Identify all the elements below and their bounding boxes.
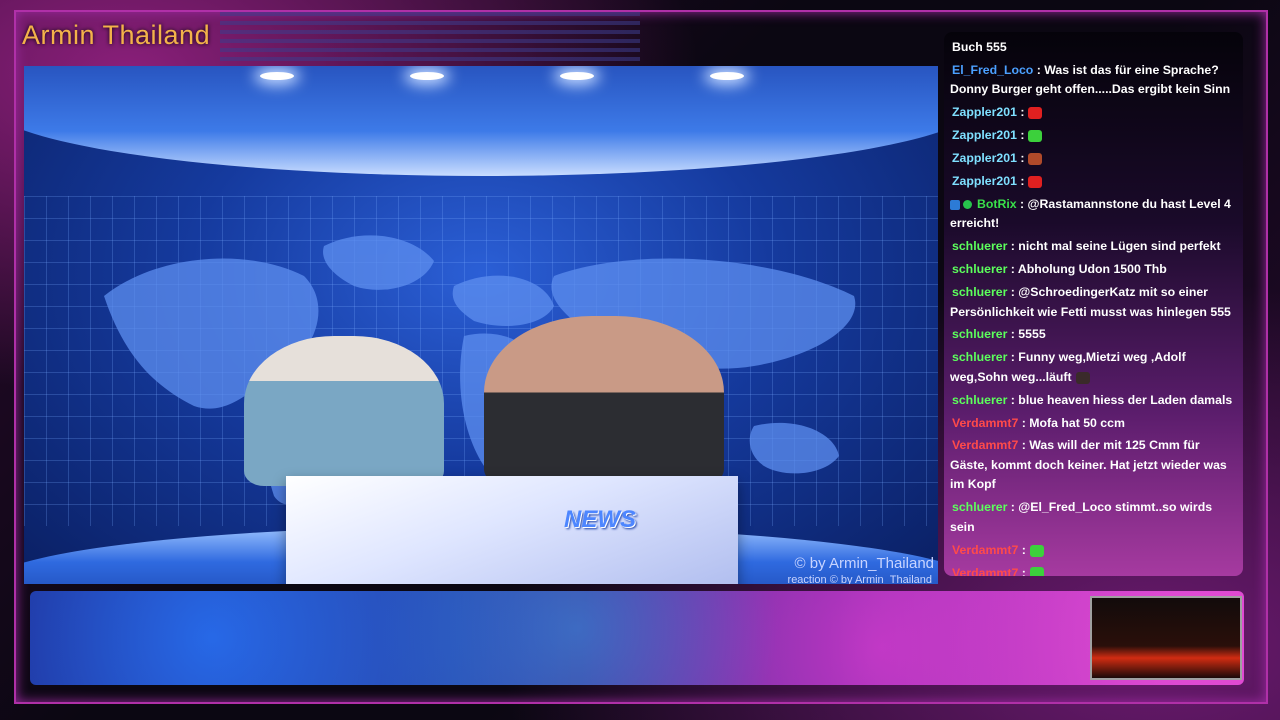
- chat-username[interactable]: Verdammt7: [952, 566, 1018, 576]
- chat-text: :: [1016, 105, 1025, 120]
- chat-message: Verdammt7 : Was will der mit 125 Cmm für…: [950, 436, 1237, 495]
- studio-light: [410, 72, 444, 80]
- chat-text: :: [1018, 542, 1026, 557]
- chat-username[interactable]: schluerer: [952, 239, 1007, 253]
- chat-username[interactable]: Zappler201: [952, 128, 1017, 142]
- chat-emote-icon: [1029, 544, 1044, 557]
- chat-username[interactable]: Zappler201: [952, 151, 1017, 165]
- reaction-credit: reaction © by Armin_Thailand: [787, 574, 932, 584]
- chat-message: schluerer : 5555: [950, 325, 1237, 345]
- chat-username[interactable]: schluerer: [952, 285, 1007, 299]
- studio-light: [560, 72, 594, 80]
- verified-badge-icon: [963, 200, 972, 210]
- chat-username[interactable]: schluerer: [952, 393, 1007, 407]
- channel-title: Armin Thailand: [22, 20, 211, 50]
- chat-username[interactable]: Verdammt7: [952, 543, 1018, 557]
- chat-message: Buch 555: [950, 38, 1237, 58]
- chat-message-list[interactable]: Buch 555 El_Fred_Loco : Was ist das für e…: [944, 32, 1243, 576]
- studio-ceiling: [24, 66, 938, 176]
- chat-emote-icon: [1028, 175, 1043, 188]
- chat-message: Verdammt7 :: [950, 564, 1237, 576]
- chat-message: Verdammt7 :: [950, 541, 1237, 561]
- chat-message: schluerer : blue heaven hiess der Laden …: [950, 391, 1237, 411]
- chat-message: Zappler201 :: [950, 126, 1237, 146]
- chat-emote-icon: [1075, 371, 1090, 384]
- chat-emote-icon: [1028, 152, 1043, 165]
- chat-emote-icon: [1029, 567, 1044, 576]
- chat-text: :: [1016, 173, 1025, 188]
- chat-text: :: [1016, 128, 1025, 143]
- chat-username[interactable]: Zappler201: [952, 174, 1017, 188]
- chat-message: BotRix : @Rastamannstone du hast Level 4…: [950, 195, 1237, 234]
- chat-emote-icon: [1028, 107, 1043, 120]
- chat-text: :: [1018, 565, 1026, 576]
- chat-panel[interactable]: Buch 555 El_Fred_Loco : Was ist das für e…: [944, 32, 1243, 576]
- chat-message: schluerer : nicht mal seine Lügen sind p…: [950, 237, 1237, 257]
- chat-text: : nicht mal seine Lügen sind perfekt: [1007, 239, 1221, 254]
- studio-light: [260, 72, 294, 80]
- chat-username[interactable]: schluerer: [952, 500, 1007, 514]
- chat-text: : 5555: [1007, 327, 1046, 342]
- chat-message: schluerer : @El_Fred_Loco stimmt..so wir…: [950, 498, 1237, 537]
- chat-username[interactable]: Verdammt7: [952, 416, 1018, 430]
- chat-message: Zappler201 :: [950, 103, 1237, 123]
- bottom-banner: [30, 591, 1244, 685]
- chat-username[interactable]: schluerer: [952, 262, 1007, 276]
- chat-username[interactable]: Buch 555: [952, 40, 1007, 54]
- chat-message: El_Fred_Loco : Was ist das für eine Spra…: [950, 61, 1237, 100]
- host-right: [484, 316, 724, 486]
- news-desk: [286, 476, 738, 584]
- bot-badge-icon: [950, 199, 960, 210]
- decorative-stripes: [220, 12, 640, 62]
- chat-message: schluerer : Abholung Udon 1500 Thb: [950, 260, 1237, 280]
- chat-username[interactable]: BotRix: [977, 197, 1017, 211]
- chat-username[interactable]: El_Fred_Loco: [952, 63, 1033, 77]
- chat-message: schluerer : Funny weg,Mietzi weg ,Adolf …: [950, 348, 1237, 387]
- chat-username[interactable]: Zappler201: [952, 105, 1017, 119]
- chat-message: Zappler201 :: [950, 149, 1237, 169]
- chat-message: Zappler201 :: [950, 172, 1237, 192]
- chat-emote-icon: [1028, 129, 1043, 142]
- host-left: [244, 336, 444, 486]
- chat-text: : blue heaven hiess der Laden damals: [1007, 392, 1233, 407]
- news-desk-sign: NEWS: [564, 506, 636, 533]
- chat-username[interactable]: schluerer: [952, 327, 1007, 341]
- studio-light: [710, 72, 744, 80]
- chat-message: Verdammt7 : Mofa hat 50 ccm: [950, 414, 1237, 434]
- chat-text: :: [1016, 151, 1025, 166]
- chat-text: : Mofa hat 50 ccm: [1018, 415, 1125, 430]
- video-feed[interactable]: NEWS © by Armin_Thailand reaction © by A…: [24, 66, 938, 584]
- camera-thumbnail: [1090, 596, 1242, 680]
- chat-text: : Abholung Udon 1500 Thb: [1007, 262, 1167, 277]
- chat-message: schluerer : @SchroedingerKatz mit so ein…: [950, 283, 1237, 322]
- chat-username[interactable]: Verdammt7: [952, 438, 1018, 452]
- chat-username[interactable]: schluerer: [952, 350, 1007, 364]
- video-watermark: © by Armin_Thailand: [794, 555, 934, 572]
